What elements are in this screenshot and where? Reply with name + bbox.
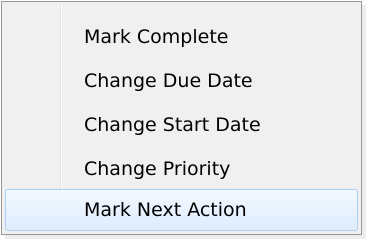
menu-item-change-due-date[interactable]: Change Due Date — [5, 60, 358, 102]
menu-item-change-priority[interactable]: Change Priority — [5, 148, 358, 190]
menu-item-label: Change Start Date — [84, 114, 261, 136]
menu-item-label: Mark Next Action — [84, 199, 247, 221]
menu-item-change-start-date[interactable]: Change Start Date — [5, 104, 358, 146]
menu-item-label: Mark Complete — [84, 26, 229, 48]
menu-item-label: Change Priority — [84, 158, 231, 180]
menu-item-label: Change Due Date — [84, 70, 253, 92]
menu-item-mark-next-action[interactable]: Mark Next Action — [5, 189, 358, 231]
menu-item-mark-complete[interactable]: Mark Complete — [5, 16, 358, 58]
context-menu: Mark Complete Change Due Date Change Sta… — [1, 1, 362, 235]
